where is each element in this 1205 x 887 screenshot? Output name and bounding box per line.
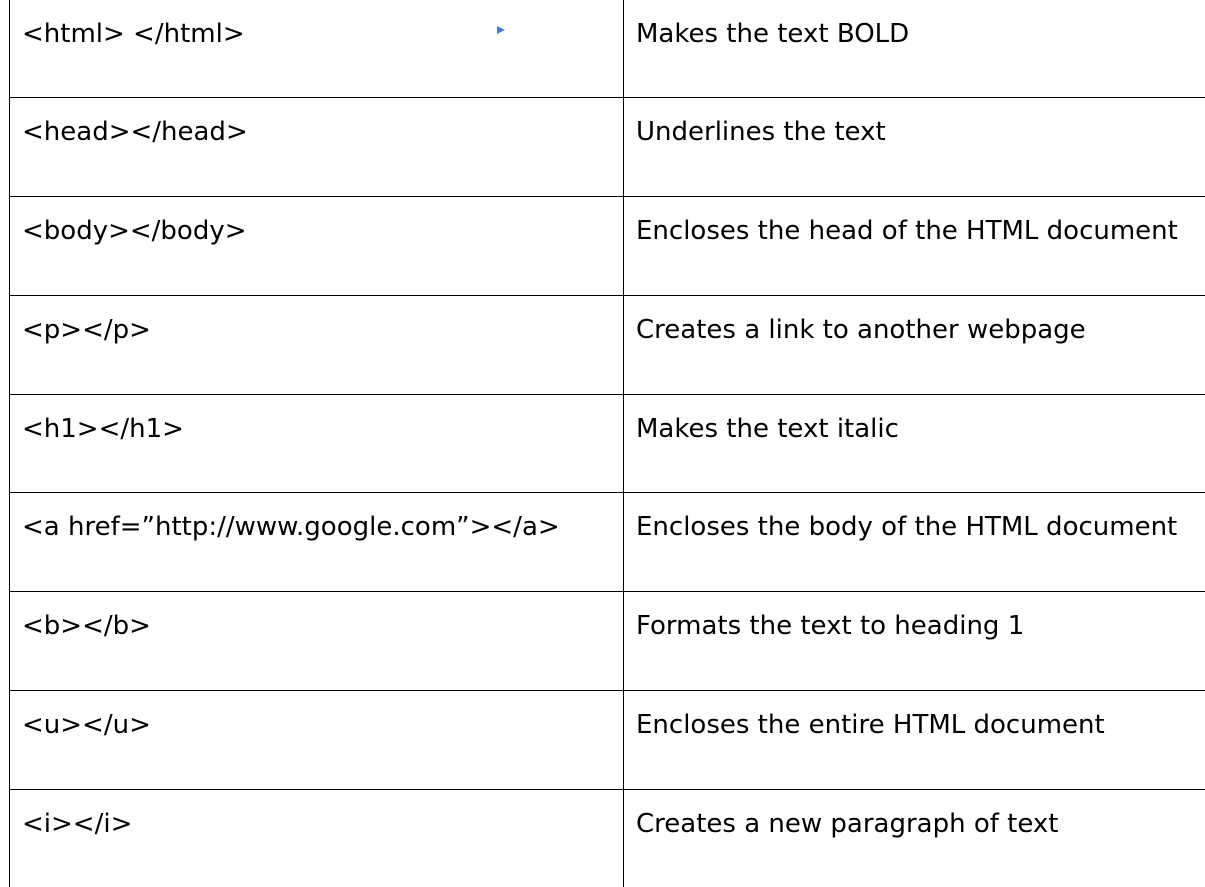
description-cell: Encloses the entire HTML document (623, 689, 1205, 790)
description-text: Encloses the entire HTML document (636, 709, 1105, 740)
tag-text: <html> </html> (22, 19, 245, 49)
description-cell: Underlines the text (623, 97, 1205, 198)
tag-cell: <head></head> (9, 97, 624, 198)
description-text: Formats the text to heading 1 (636, 611, 1025, 642)
tag-text: <a href=”http://www.google.com”></a> (22, 512, 560, 543)
table-row: <html> </html> Makes the text BOLD (9, 0, 1205, 99)
tag-cell: <body></body> (9, 196, 624, 296)
tag-text: <i></i> (22, 808, 133, 839)
table-row: <i></i> Creates a new paragraph of text (9, 788, 1205, 887)
tag-text: <u></u> (22, 709, 151, 740)
table-row: <p></p> Creates a link to another webpag… (9, 294, 1205, 395)
tag-cell: <a href=”http://www.google.com”></a> (9, 492, 624, 593)
tag-text: <h1></h1> (22, 413, 184, 444)
tag-cell: <i></i> (9, 788, 624, 887)
table-row: <b></b> Formats the text to heading 1 (9, 591, 1205, 691)
tag-cell: <html> </html> (9, 0, 624, 99)
description-text: Makes the text BOLD (636, 19, 910, 49)
description-cell: Makes the text italic (623, 393, 1205, 494)
description-text: Underlines the text (636, 117, 886, 148)
tag-cell: <p></p> (9, 294, 624, 395)
table-row: <u></u> Encloses the entire HTML documen… (9, 689, 1205, 790)
table-row: <body></body> Encloses the head of the H… (9, 196, 1205, 296)
description-text: Creates a new paragraph of text (636, 808, 1059, 839)
description-text: Creates a link to another webpage (636, 314, 1086, 345)
tag-text: <head></head> (22, 117, 248, 148)
table-row: <head></head> Underlines the text (9, 97, 1205, 198)
tag-text: <body></body> (22, 216, 247, 247)
description-cell: Encloses the body of the HTML document (623, 492, 1205, 593)
description-cell: Makes the text BOLD (623, 0, 1205, 99)
description-cell: Formats the text to heading 1 (623, 591, 1205, 691)
description-cell: Creates a new paragraph of text (623, 788, 1205, 887)
matching-table: <html> </html> Makes the text BOLD <head… (9, 0, 1205, 887)
description-text: Encloses the head of the HTML document (636, 216, 1178, 247)
tag-cell: <h1></h1> (9, 393, 624, 494)
description-text: Makes the text italic (636, 413, 899, 444)
table-row: <h1></h1> Makes the text italic (9, 393, 1205, 494)
table-row: <a href=”http://www.google.com”></a> Enc… (9, 492, 1205, 593)
tag-cell: <b></b> (9, 591, 624, 691)
description-cell: Encloses the head of the HTML document (623, 196, 1205, 296)
description-cell: Creates a link to another webpage (623, 294, 1205, 395)
description-text: Encloses the body of the HTML document (636, 512, 1178, 543)
tag-text: <b></b> (22, 611, 151, 642)
tag-cell: <u></u> (9, 689, 624, 790)
arrow-right-icon (287, 26, 505, 34)
tag-text: <p></p> (22, 314, 151, 345)
